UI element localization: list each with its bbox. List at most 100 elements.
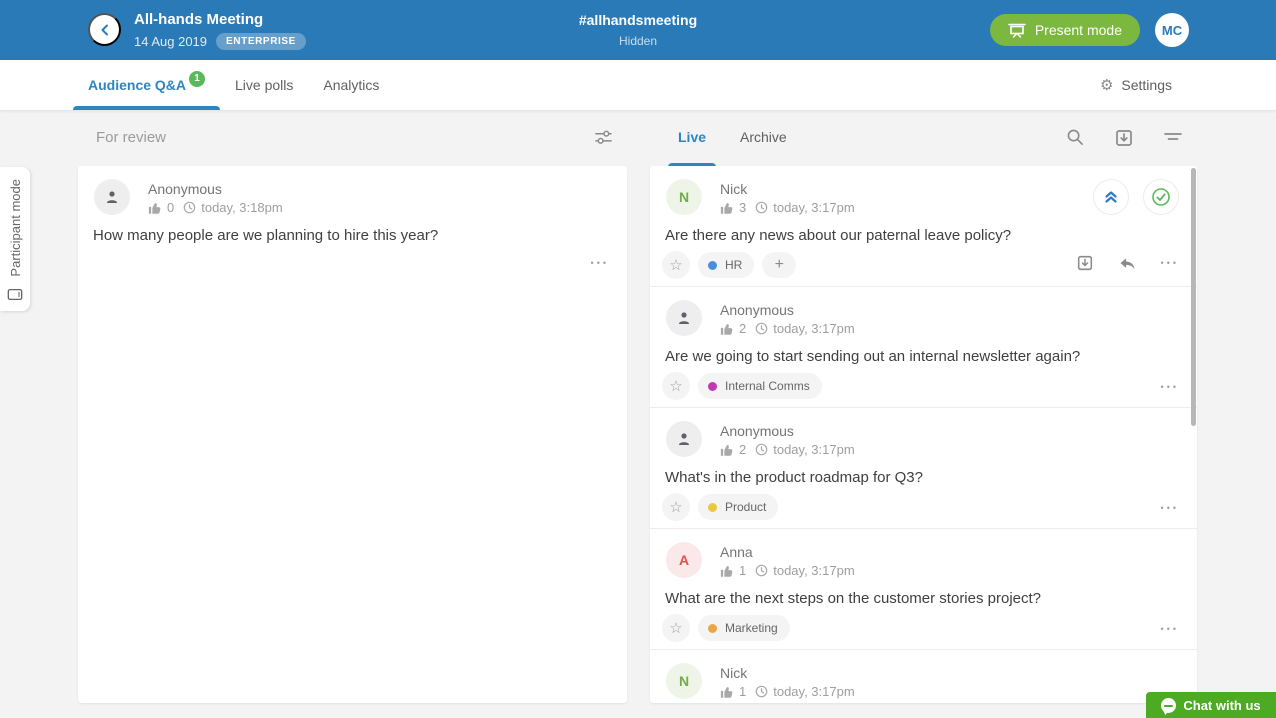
question-text: How many people are we planning to hire … — [93, 227, 603, 244]
tab-audience-qa[interactable]: Audience Q&A1 — [73, 60, 220, 110]
star-button[interactable]: ☆ — [662, 614, 690, 642]
present-mode-button[interactable]: Present mode — [990, 14, 1140, 46]
participant-mode-tab[interactable]: Participant mode — [0, 167, 30, 311]
person-icon — [675, 309, 693, 327]
question-time: today, 3:17pm — [773, 442, 854, 457]
live-question-list: N Nick 3 today, 3:17pm — [650, 166, 1197, 703]
tab-archive[interactable]: Archive — [730, 111, 797, 166]
chat-bubble-icon — [1161, 698, 1176, 713]
add-tag-button[interactable]: + — [762, 252, 796, 278]
tag-label: HR — [725, 258, 742, 272]
review-filter-settings-button[interactable] — [594, 128, 613, 147]
presentation-screen-icon — [1008, 23, 1026, 38]
clock-icon — [755, 322, 768, 335]
chat-label: Chat with us — [1183, 698, 1260, 713]
archive-all-button[interactable] — [1114, 128, 1134, 148]
sort-filter-button[interactable] — [1163, 128, 1183, 148]
question-card: Anonymous 2 today, 3:17pm What's in the … — [650, 407, 1197, 528]
question-time: today, 3:17pm — [773, 563, 854, 578]
star-button[interactable]: ☆ — [662, 372, 690, 400]
thumbs-up-icon — [148, 201, 162, 215]
highlight-button[interactable] — [1093, 179, 1129, 215]
present-mode-label: Present mode — [1035, 22, 1122, 38]
archive-box-icon — [1076, 254, 1094, 272]
event-date: 14 Aug 2019 — [134, 34, 207, 49]
review-panel-title: For review — [96, 111, 166, 164]
thumbs-up-icon — [720, 564, 734, 578]
filter-lines-icon — [1163, 128, 1183, 148]
clock-icon — [755, 685, 768, 698]
like-count: 1 — [739, 684, 746, 699]
question-card: N Nick 1 today, 3:17pm — [650, 649, 1197, 703]
question-text: What's in the product roadmap for Q3? — [665, 469, 1173, 486]
review-card-list: Anonymous 0 today, 3:18pm How many peopl… — [78, 166, 627, 703]
avatar-anonymous — [666, 300, 702, 336]
question-meta: 2 today, 3:17pm — [720, 321, 855, 336]
avatar-anonymous — [94, 179, 130, 215]
clock-icon — [755, 564, 768, 577]
main-tab-bar: Audience Q&A1 Live polls Analytics ⚙ Set… — [0, 60, 1276, 111]
question-meta: 3 today, 3:17pm — [720, 200, 855, 215]
reply-button[interactable] — [1119, 256, 1136, 271]
tag-internal-comms[interactable]: Internal Comms — [698, 373, 822, 399]
avatar-nick: N — [666, 663, 702, 699]
back-button[interactable] — [88, 13, 121, 46]
search-button[interactable] — [1066, 128, 1085, 147]
tag-color-dot — [708, 503, 717, 512]
person-icon — [675, 430, 693, 448]
like-count: 3 — [739, 200, 746, 215]
question-time: today, 3:17pm — [773, 321, 854, 336]
question-time: today, 3:17pm — [773, 684, 854, 699]
user-avatar[interactable]: MC — [1155, 13, 1189, 47]
event-title-block: All-hands Meeting 14 Aug 2019 ENTERPRISE — [134, 11, 306, 50]
chat-with-us-button[interactable]: Chat with us — [1146, 692, 1276, 718]
more-options-button[interactable]: ••• — [591, 258, 609, 268]
question-card: Anonymous 2 today, 3:17pm Are we going t… — [650, 286, 1197, 407]
review-panel: For review Anonymous — [78, 111, 627, 718]
tag-product[interactable]: Product — [698, 494, 778, 520]
tag-marketing[interactable]: Marketing — [698, 615, 790, 641]
tab-live-polls-label: Live polls — [235, 77, 293, 93]
tag-label: Internal Comms — [725, 379, 810, 393]
star-button[interactable]: ☆ — [662, 251, 690, 279]
more-options-button[interactable]: ••• — [1161, 624, 1179, 634]
thumbs-up-icon — [720, 322, 734, 336]
tab-analytics[interactable]: Analytics — [308, 60, 394, 110]
tab-live-polls[interactable]: Live polls — [220, 60, 308, 110]
avatar-nick: N — [666, 179, 702, 215]
thumbs-up-icon — [720, 443, 734, 457]
archive-box-icon — [1114, 128, 1134, 148]
settings-label: Settings — [1121, 77, 1172, 93]
more-options-button[interactable]: ••• — [1161, 382, 1179, 392]
question-author: Anna — [720, 544, 753, 560]
gear-icon: ⚙ — [1100, 78, 1113, 93]
question-meta: 1 today, 3:17pm — [720, 563, 855, 578]
scrollbar-thumb[interactable] — [1191, 168, 1196, 426]
question-text: Are we going to start sending out an int… — [665, 348, 1173, 365]
sliders-icon — [594, 128, 613, 147]
question-text: Are there any news about our paternal le… — [665, 227, 1173, 244]
tab-live-label: Live — [678, 129, 706, 145]
question-meta: 2 today, 3:17pm — [720, 442, 855, 457]
clock-icon — [755, 201, 768, 214]
more-options-button[interactable]: ••• — [1161, 258, 1179, 268]
question-time: today, 3:18pm — [201, 200, 282, 215]
clock-icon — [183, 201, 196, 214]
question-author: Anonymous — [720, 302, 794, 318]
event-title: All-hands Meeting — [134, 11, 306, 29]
tag-hr[interactable]: HR — [698, 252, 754, 278]
thumbs-up-icon — [720, 685, 734, 699]
tab-analytics-label: Analytics — [323, 77, 379, 93]
more-options-button[interactable]: ••• — [1161, 503, 1179, 513]
settings-button[interactable]: ⚙ Settings — [1100, 60, 1172, 110]
archive-question-button[interactable] — [1076, 254, 1094, 272]
qa-count-badge: 1 — [189, 71, 205, 87]
chevron-left-icon — [98, 23, 112, 37]
like-count: 0 — [167, 200, 174, 215]
mark-answered-button[interactable] — [1143, 179, 1179, 215]
live-panel: Live Archive — [650, 111, 1197, 718]
star-button[interactable]: ☆ — [662, 493, 690, 521]
tag-color-dot — [708, 261, 717, 270]
tab-live[interactable]: Live — [668, 111, 716, 166]
avatar-anna: A — [666, 542, 702, 578]
